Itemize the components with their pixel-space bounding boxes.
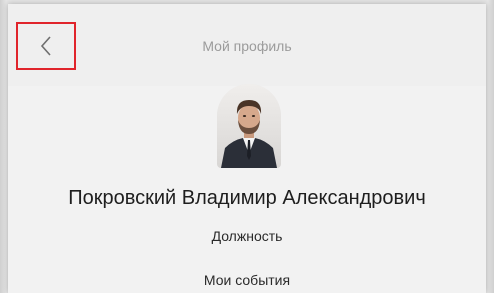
profile-position: Должность — [211, 228, 283, 244]
page-title: Мой профиль — [202, 38, 292, 54]
profile-name: Покровский Владимир Александрович — [68, 187, 426, 209]
my-events-link[interactable]: Мои события — [8, 272, 486, 288]
device-frame: Мой профиль Покровский Владимир Александ… — [0, 0, 494, 293]
profile-photo — [217, 84, 281, 168]
avatar — [217, 84, 281, 168]
profile-screen: Мой профиль Покровский Владимир Александ… — [8, 4, 486, 293]
